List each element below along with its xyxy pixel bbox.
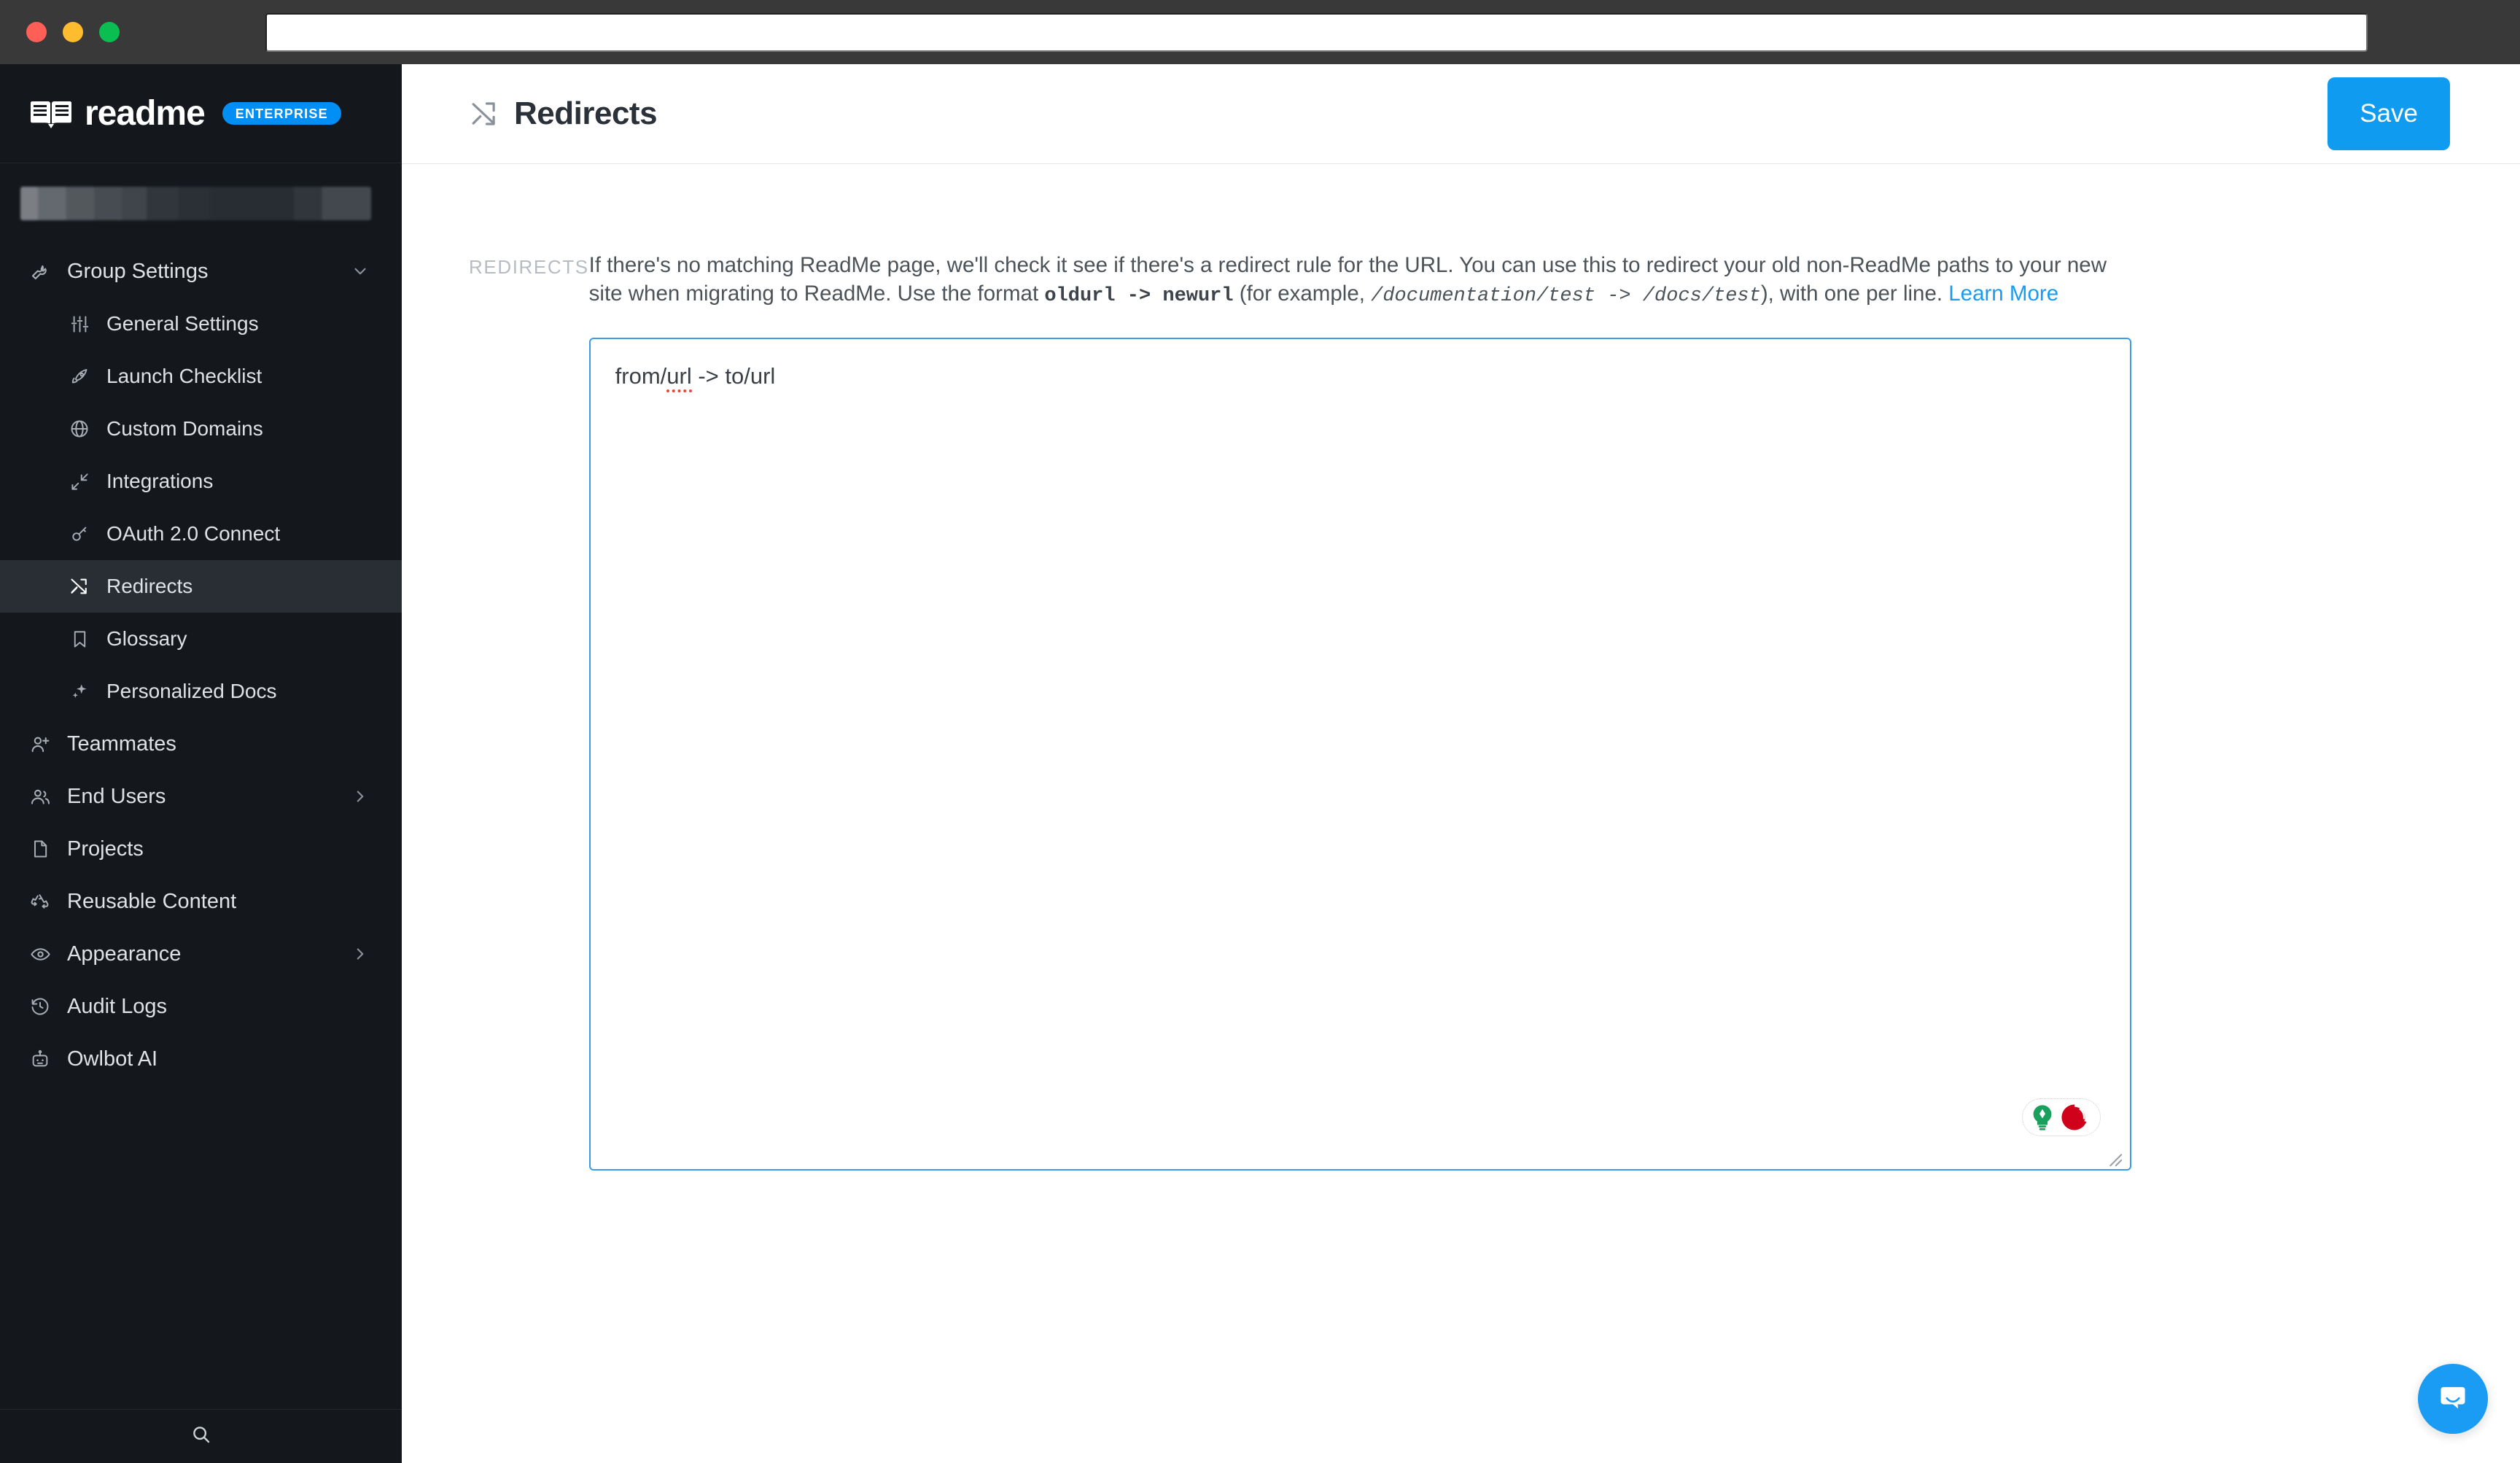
sidebar-nav: Group Settings General Settings Launch C…	[0, 245, 402, 1409]
page-title-group: Redirects	[469, 96, 658, 132]
chat-bubble-icon	[2434, 1378, 2472, 1420]
sidebar-brand[interactable]: readme ENTERPRISE	[0, 64, 402, 163]
page-title: Redirects	[514, 96, 658, 131]
sidebar-item-end-users[interactable]: End Users	[0, 770, 402, 823]
sidebar-item-glossary[interactable]: Glossary	[0, 613, 402, 665]
readme-book-icon	[31, 99, 71, 128]
sidebar-item-label: OAuth 2.0 Connect	[106, 522, 281, 545]
sparkles-icon	[67, 679, 92, 704]
sidebar-item-label: Integrations	[106, 470, 214, 492]
redirects-form: REDIRECTS If there's no matching ReadMe …	[402, 164, 2520, 1174]
sidebar-item-projects[interactable]: Projects	[0, 823, 402, 875]
sidebar-item-label: Teammates	[67, 732, 176, 756]
maximize-window-button[interactable]	[99, 22, 120, 42]
sidebar-search-button[interactable]	[0, 1409, 402, 1463]
sidebar-item-label: Reusable Content	[67, 889, 237, 913]
help-part-3: ), with one per line.	[1760, 281, 1949, 306]
help-code-format: oldurl -> newurl	[1044, 284, 1234, 307]
intercom-launcher-button[interactable]	[2418, 1364, 2488, 1434]
robot-icon	[28, 1047, 52, 1071]
sidebar-item-label: Appearance	[67, 942, 182, 966]
learn-more-link[interactable]: Learn More	[1948, 282, 2058, 306]
sidebar-item-audit-logs[interactable]: Audit Logs	[0, 980, 402, 1033]
redirects-field-row: REDIRECTS If there's no matching ReadMe …	[469, 252, 2450, 1174]
redirects-textarea-wrap: from/url -> to/url	[588, 337, 2131, 1174]
enterprise-badge: ENTERPRISE	[222, 102, 341, 125]
sidebar-item-personalized-docs[interactable]: Personalized Docs	[0, 665, 402, 718]
sidebar: readme ENTERPRISE Group Settings General…	[0, 64, 402, 1463]
sidebar-item-teammates[interactable]: Teammates	[0, 718, 402, 770]
help-code-example: /documentation/test -> /docs/test	[1371, 284, 1761, 307]
sidebar-item-label: Personalized Docs	[106, 680, 277, 702]
save-button[interactable]: Save	[2328, 77, 2450, 150]
redirects-textarea[interactable]	[588, 337, 2131, 1171]
url-bar-input[interactable]	[265, 12, 2368, 52]
sidebar-item-label: Custom Domains	[106, 417, 263, 440]
sidebar-item-group-settings[interactable]: Group Settings	[0, 245, 402, 298]
sidebar-item-launch-checklist[interactable]: Launch Checklist	[0, 350, 402, 403]
chevron-right-icon[interactable]	[351, 944, 370, 963]
sidebar-item-custom-domains[interactable]: Custom Domains	[0, 403, 402, 455]
grammarly-dot-icon[interactable]	[2059, 1102, 2090, 1133]
sidebar-item-oauth-connect[interactable]: OAuth 2.0 Connect	[0, 508, 402, 560]
minimize-window-button[interactable]	[63, 22, 83, 42]
sidebar-item-label: End Users	[67, 784, 166, 808]
redirects-field-label: REDIRECTS	[469, 256, 589, 278]
brand-name: readme	[85, 93, 206, 133]
sidebar-item-appearance[interactable]: Appearance	[0, 928, 402, 980]
sidebar-item-owlbot-ai[interactable]: Owlbot AI	[0, 1033, 402, 1085]
page-header: Redirects Save	[402, 64, 2520, 164]
file-icon	[28, 837, 52, 861]
search-icon	[190, 1424, 212, 1449]
redirects-field: If there's no matching ReadMe page, we'l…	[588, 252, 2450, 1174]
browser-chrome	[0, 0, 2520, 64]
rocket-icon	[67, 364, 92, 389]
bookmark-icon	[67, 626, 92, 651]
shuffle-icon	[469, 98, 499, 129]
sidebar-item-label: Redirects	[106, 575, 193, 597]
redacted-project-name	[20, 187, 371, 220]
sidebar-item-general-settings[interactable]: General Settings	[0, 298, 402, 350]
app-shell: readme ENTERPRISE Group Settings General…	[0, 64, 2520, 1463]
wrench-icon	[28, 259, 52, 284]
sidebar-item-label: Owlbot AI	[67, 1047, 158, 1071]
sidebar-item-label: Glossary	[106, 627, 187, 650]
eye-icon	[28, 942, 52, 966]
sidebar-item-label: Audit Logs	[67, 994, 168, 1018]
main-content: Redirects Save REDIRECTS If there's no m…	[402, 64, 2520, 1463]
close-window-button[interactable]	[26, 22, 47, 42]
users-icon	[28, 784, 52, 809]
sidebar-item-integrations[interactable]: Integrations	[0, 455, 402, 508]
redirects-help-text: If there's no matching ReadMe page, we'l…	[589, 252, 2135, 310]
grammarly-widget[interactable]	[2021, 1098, 2101, 1136]
help-part-2: (for example,	[1233, 281, 1372, 306]
sidebar-item-label: Group Settings	[67, 259, 209, 283]
integrations-icon	[67, 469, 92, 494]
globe-icon	[67, 416, 92, 441]
sidebar-item-label: Launch Checklist	[106, 365, 262, 387]
sidebar-item-label: Projects	[67, 837, 144, 861]
lightbulb-icon[interactable]	[2027, 1102, 2058, 1133]
sidebar-item-redirects[interactable]: Redirects	[0, 560, 402, 613]
recycle-icon	[28, 889, 52, 914]
sidebar-item-label: General Settings	[106, 312, 259, 335]
history-icon	[28, 994, 52, 1019]
key-icon	[67, 521, 92, 546]
shuffle-icon	[67, 574, 92, 599]
sidebar-item-reusable-content[interactable]: Reusable Content	[0, 875, 402, 928]
chevron-down-icon[interactable]	[351, 262, 370, 281]
chevron-right-icon[interactable]	[351, 787, 370, 806]
user-plus-icon	[28, 732, 52, 756]
traffic-lights	[26, 22, 120, 42]
sliders-icon	[67, 311, 92, 336]
